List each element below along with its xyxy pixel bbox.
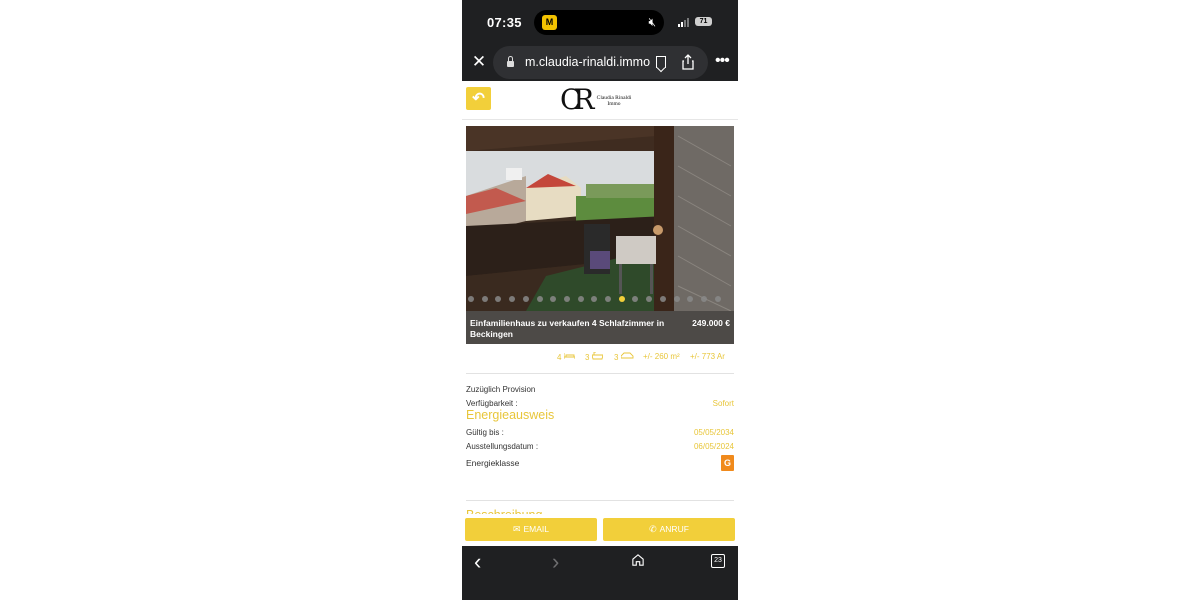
- carousel-dot[interactable]: [550, 296, 557, 302]
- description-section-title: Beschreibung: [466, 506, 542, 514]
- issue-date-label: Ausstellungsdatum :: [466, 442, 539, 451]
- listing-photo[interactable]: [466, 126, 734, 311]
- signal-icon: [678, 17, 692, 27]
- logo-name-line2: Immo: [607, 101, 621, 107]
- more-icon[interactable]: •••: [715, 52, 730, 70]
- divider: [466, 373, 734, 374]
- listing-title: Einfamilienhaus zu verkaufen 4 Schlafzim…: [470, 318, 665, 339]
- feature-garages: 3: [614, 352, 634, 362]
- balcony-photo: [466, 126, 734, 311]
- energy-section-title: Energieausweis: [466, 408, 555, 422]
- address-bar[interactable]: m.claudia-rinaldi.immo: [493, 46, 708, 79]
- url-text[interactable]: m.claudia-rinaldi.immo: [525, 55, 650, 69]
- carousel-dot[interactable]: [714, 296, 721, 302]
- logo-mark: CR: [560, 83, 594, 116]
- email-label: EMAIL: [523, 524, 550, 534]
- dynamic-island: M 🔇︎: [534, 10, 664, 35]
- app-icon: M: [542, 15, 557, 30]
- carousel-dot[interactable]: [509, 296, 516, 302]
- browser-toolbar: ✕ m.claudia-rinaldi.immo •••: [462, 44, 738, 81]
- logo-name: Claudia Rinaldi Immo: [593, 95, 635, 107]
- carousel-dot[interactable]: [605, 296, 611, 302]
- availability-value: Sofort: [712, 399, 734, 408]
- battery-indicator: 71: [695, 17, 712, 26]
- carousel-dot[interactable]: [577, 296, 584, 302]
- mute-icon: 🔇︎: [648, 15, 656, 29]
- carousel-dots[interactable]: [468, 296, 728, 302]
- phone-icon: ✆: [649, 524, 657, 534]
- feature-bathrooms: 3: [585, 351, 604, 362]
- energy-class-label: Energieklasse: [466, 458, 520, 468]
- status-time: 07:35: [487, 15, 522, 30]
- feature-land-area: +/- 773 Ar: [690, 352, 725, 361]
- carousel-dot[interactable]: [700, 296, 707, 302]
- carousel-dot[interactable]: [646, 296, 653, 302]
- browser-bottom-bar: ‹ › 23: [462, 546, 738, 600]
- bed-icon: [563, 353, 576, 359]
- carousel-dot[interactable]: [536, 296, 543, 302]
- bookmark-icon[interactable]: [656, 56, 666, 68]
- bath-icon: [591, 351, 604, 360]
- issue-date-value: 06/05/2024: [693, 442, 734, 451]
- carousel-dot[interactable]: [563, 296, 570, 302]
- carousel-dot[interactable]: [468, 296, 474, 302]
- status-bar: 07:35 M 🔇︎ 71: [462, 0, 738, 44]
- listing-price: 249.000 €: [692, 318, 730, 328]
- phone-screen: 07:35 M 🔇︎ 71 ✕ m.claudia-rinaldi.immo •…: [462, 0, 738, 600]
- carousel-dot-active[interactable]: [618, 296, 625, 302]
- home-icon[interactable]: [632, 554, 644, 566]
- logo[interactable]: CR Claudia Rinaldi Immo: [560, 83, 640, 117]
- call-label: ANRUF: [659, 524, 689, 534]
- provision-text: Zuzüglich Provision: [466, 385, 536, 394]
- feature-row: 4 3 3 +/- 260 m² +/- 773 Ar: [462, 351, 738, 366]
- feature-living-area: +/- 260 m²: [643, 352, 680, 361]
- carousel-dot[interactable]: [632, 296, 639, 302]
- carousel-dot[interactable]: [659, 296, 666, 302]
- carousel-dot[interactable]: [673, 296, 680, 302]
- share-icon[interactable]: [681, 54, 695, 70]
- back-button[interactable]: ↶: [466, 87, 491, 110]
- valid-until-label: Gültig bis :: [466, 428, 504, 437]
- bathrooms-value: 3: [585, 353, 590, 362]
- contact-action-bar: ✉ EMAIL ✆ ANRUF: [462, 514, 738, 546]
- availability-label: Verfügbarkeit :: [466, 399, 518, 408]
- carousel-dot[interactable]: [591, 296, 598, 302]
- chevron-right-icon[interactable]: ›: [552, 551, 559, 573]
- bedrooms-value: 4: [557, 353, 562, 362]
- feature-bedrooms: 4: [557, 352, 576, 362]
- garages-value: 3: [614, 353, 619, 362]
- close-icon[interactable]: ✕: [470, 53, 488, 71]
- mail-icon: ✉: [512, 524, 521, 534]
- tabs-icon[interactable]: 23: [711, 554, 725, 568]
- divider: [466, 500, 734, 501]
- call-button[interactable]: ✆ ANRUF: [603, 518, 735, 541]
- lock-icon: [507, 56, 514, 67]
- car-icon: [620, 352, 634, 359]
- carousel-dot[interactable]: [495, 296, 502, 302]
- listing-info-bar: Einfamilienhaus zu verkaufen 4 Schlafzim…: [466, 311, 734, 344]
- site-header: ↶ CR Claudia Rinaldi Immo: [462, 81, 738, 120]
- carousel-dot[interactable]: [522, 296, 529, 302]
- carousel-dot[interactable]: [481, 296, 488, 302]
- chevron-left-icon[interactable]: ‹: [474, 551, 481, 573]
- carousel-dot[interactable]: [687, 296, 694, 302]
- energy-class-badge: G: [721, 455, 734, 471]
- valid-until-value: 05/05/2034: [693, 428, 734, 437]
- email-button[interactable]: ✉ EMAIL: [465, 518, 597, 541]
